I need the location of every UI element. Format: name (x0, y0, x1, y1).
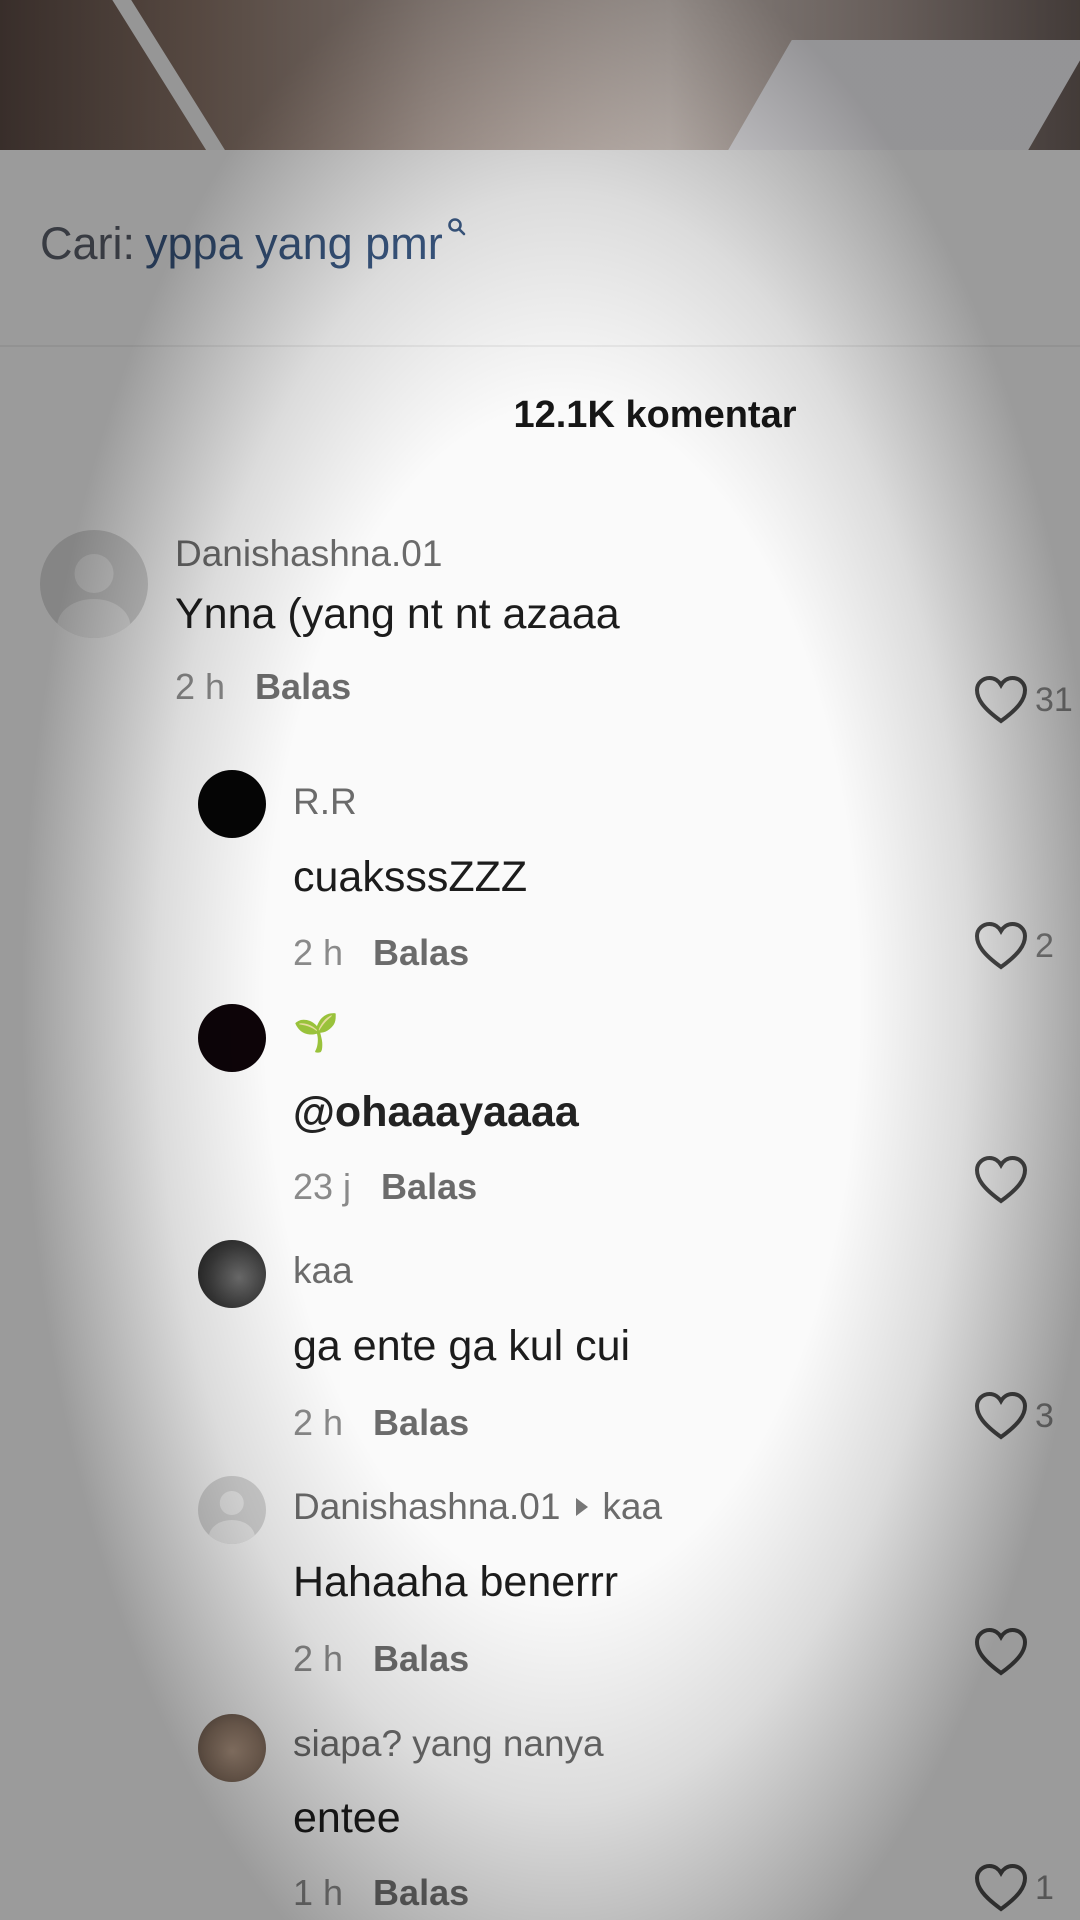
video-light-area (728, 40, 1080, 150)
reply-button[interactable]: Balas (373, 932, 469, 973)
avatar-head (74, 553, 114, 593)
search-query[interactable]: yppa yang pmr (145, 218, 443, 270)
comment-meta: 1 h Balas (293, 1872, 469, 1914)
comment-item: Danishashna.01 Ynna (yang nt nt azaaa 2 … (0, 530, 1080, 730)
reply-button[interactable]: Balas (373, 1402, 469, 1443)
dark-avatar[interactable] (198, 1004, 266, 1072)
reply-item: R.R cuaksssZZZ 2 h Balas 2 (0, 770, 1080, 973)
comment-text: ga ente ga kul cui (293, 1322, 631, 1370)
video-light-line (102, 0, 254, 150)
comment-time: 1 h (293, 1872, 344, 1913)
like-count: 3 (1035, 1396, 1054, 1435)
comment-text: entee (293, 1794, 401, 1842)
video-preview[interactable] (0, 0, 1080, 150)
avatar-shoulders (208, 1519, 256, 1544)
comment-time: 2 h (293, 1638, 344, 1679)
reply-author[interactable]: Danishashna.01 (293, 1486, 560, 1527)
heart-icon (974, 1391, 1028, 1440)
comment-username[interactable]: siapa? yang nanya (293, 1723, 604, 1765)
comment-text[interactable]: @ohaaayaaaa (293, 1088, 579, 1137)
heart-icon (974, 921, 1028, 970)
comment-text: cuaksssZZZ (293, 853, 528, 901)
comment-username[interactable]: kaa (293, 1250, 353, 1292)
heart-icon (974, 1627, 1028, 1676)
cat-avatar[interactable] (198, 1714, 266, 1782)
comment-username[interactable]: 🌱 (293, 1012, 339, 1055)
comment-time: 23 j (293, 1166, 352, 1207)
reply-item: 🌱 @ohaaayaaaa 23 j Balas (0, 1004, 1080, 1207)
comment-username[interactable]: R.R (293, 781, 357, 823)
like-button[interactable]: 3 (973, 1390, 1054, 1442)
comment-text: Ynna (yang nt nt azaaa (175, 590, 620, 638)
like-count: 2 (1035, 926, 1054, 965)
comment-username[interactable]: Danishashna.01 kaa (293, 1486, 662, 1528)
default-avatar[interactable] (40, 530, 148, 638)
reply-item: Danishashna.01 kaa Hahaaha benerrr 2 h Bal… (0, 1476, 1080, 1679)
like-count: 1 (1035, 1868, 1054, 1907)
like-button[interactable]: 31 (973, 674, 1073, 726)
heart-icon (974, 675, 1028, 724)
reply-button[interactable]: Balas (255, 666, 351, 707)
like-button[interactable]: 1 (973, 1862, 1054, 1914)
like-count: 31 (1035, 680, 1073, 719)
heart-icon (974, 1155, 1028, 1204)
avatar-head (219, 1490, 245, 1516)
reply-arrow-icon (576, 1498, 589, 1517)
comment-meta: 23 j Balas (293, 1166, 477, 1208)
comment-time: 2 h (175, 666, 226, 707)
reply-button[interactable]: Balas (373, 1872, 469, 1913)
comment-time: 2 h (293, 932, 344, 973)
black-avatar[interactable] (198, 770, 266, 838)
comment-time: 2 h (293, 1402, 344, 1443)
search-prefix: Cari: (40, 218, 136, 269)
reply-button[interactable]: Balas (381, 1166, 477, 1207)
comment-text: Hahaaha benerrr (293, 1558, 619, 1606)
reply-item: siapa? yang nanya entee 1 h Balas 1 (0, 1714, 1080, 1914)
comment-meta: 2 h Balas (293, 1638, 469, 1680)
divider (0, 345, 1080, 347)
search-suggestion[interactable]: Cari: yppa yang pmr (40, 218, 467, 278)
comment-meta: 2 h Balas (175, 666, 351, 708)
default-avatar[interactable] (198, 1476, 266, 1544)
reply-target[interactable]: kaa (602, 1486, 662, 1527)
reply-button[interactable]: Balas (373, 1638, 469, 1679)
like-button[interactable]: 2 (973, 920, 1054, 972)
like-button[interactable] (973, 1154, 1035, 1206)
like-button[interactable] (973, 1626, 1035, 1678)
heart-icon (974, 1863, 1028, 1912)
avatar-shoulders (57, 599, 131, 638)
comment-meta: 2 h Balas (293, 1402, 469, 1444)
reply-item: kaa ga ente ga kul cui 2 h Balas 3 (0, 1240, 1080, 1443)
comment-username[interactable]: Danishashna.01 (175, 533, 442, 575)
comment-count: 12.1K komentar (513, 394, 797, 436)
search-icon[interactable] (447, 196, 467, 248)
photo-avatar[interactable] (198, 1240, 266, 1308)
comment-meta: 2 h Balas (293, 932, 469, 974)
